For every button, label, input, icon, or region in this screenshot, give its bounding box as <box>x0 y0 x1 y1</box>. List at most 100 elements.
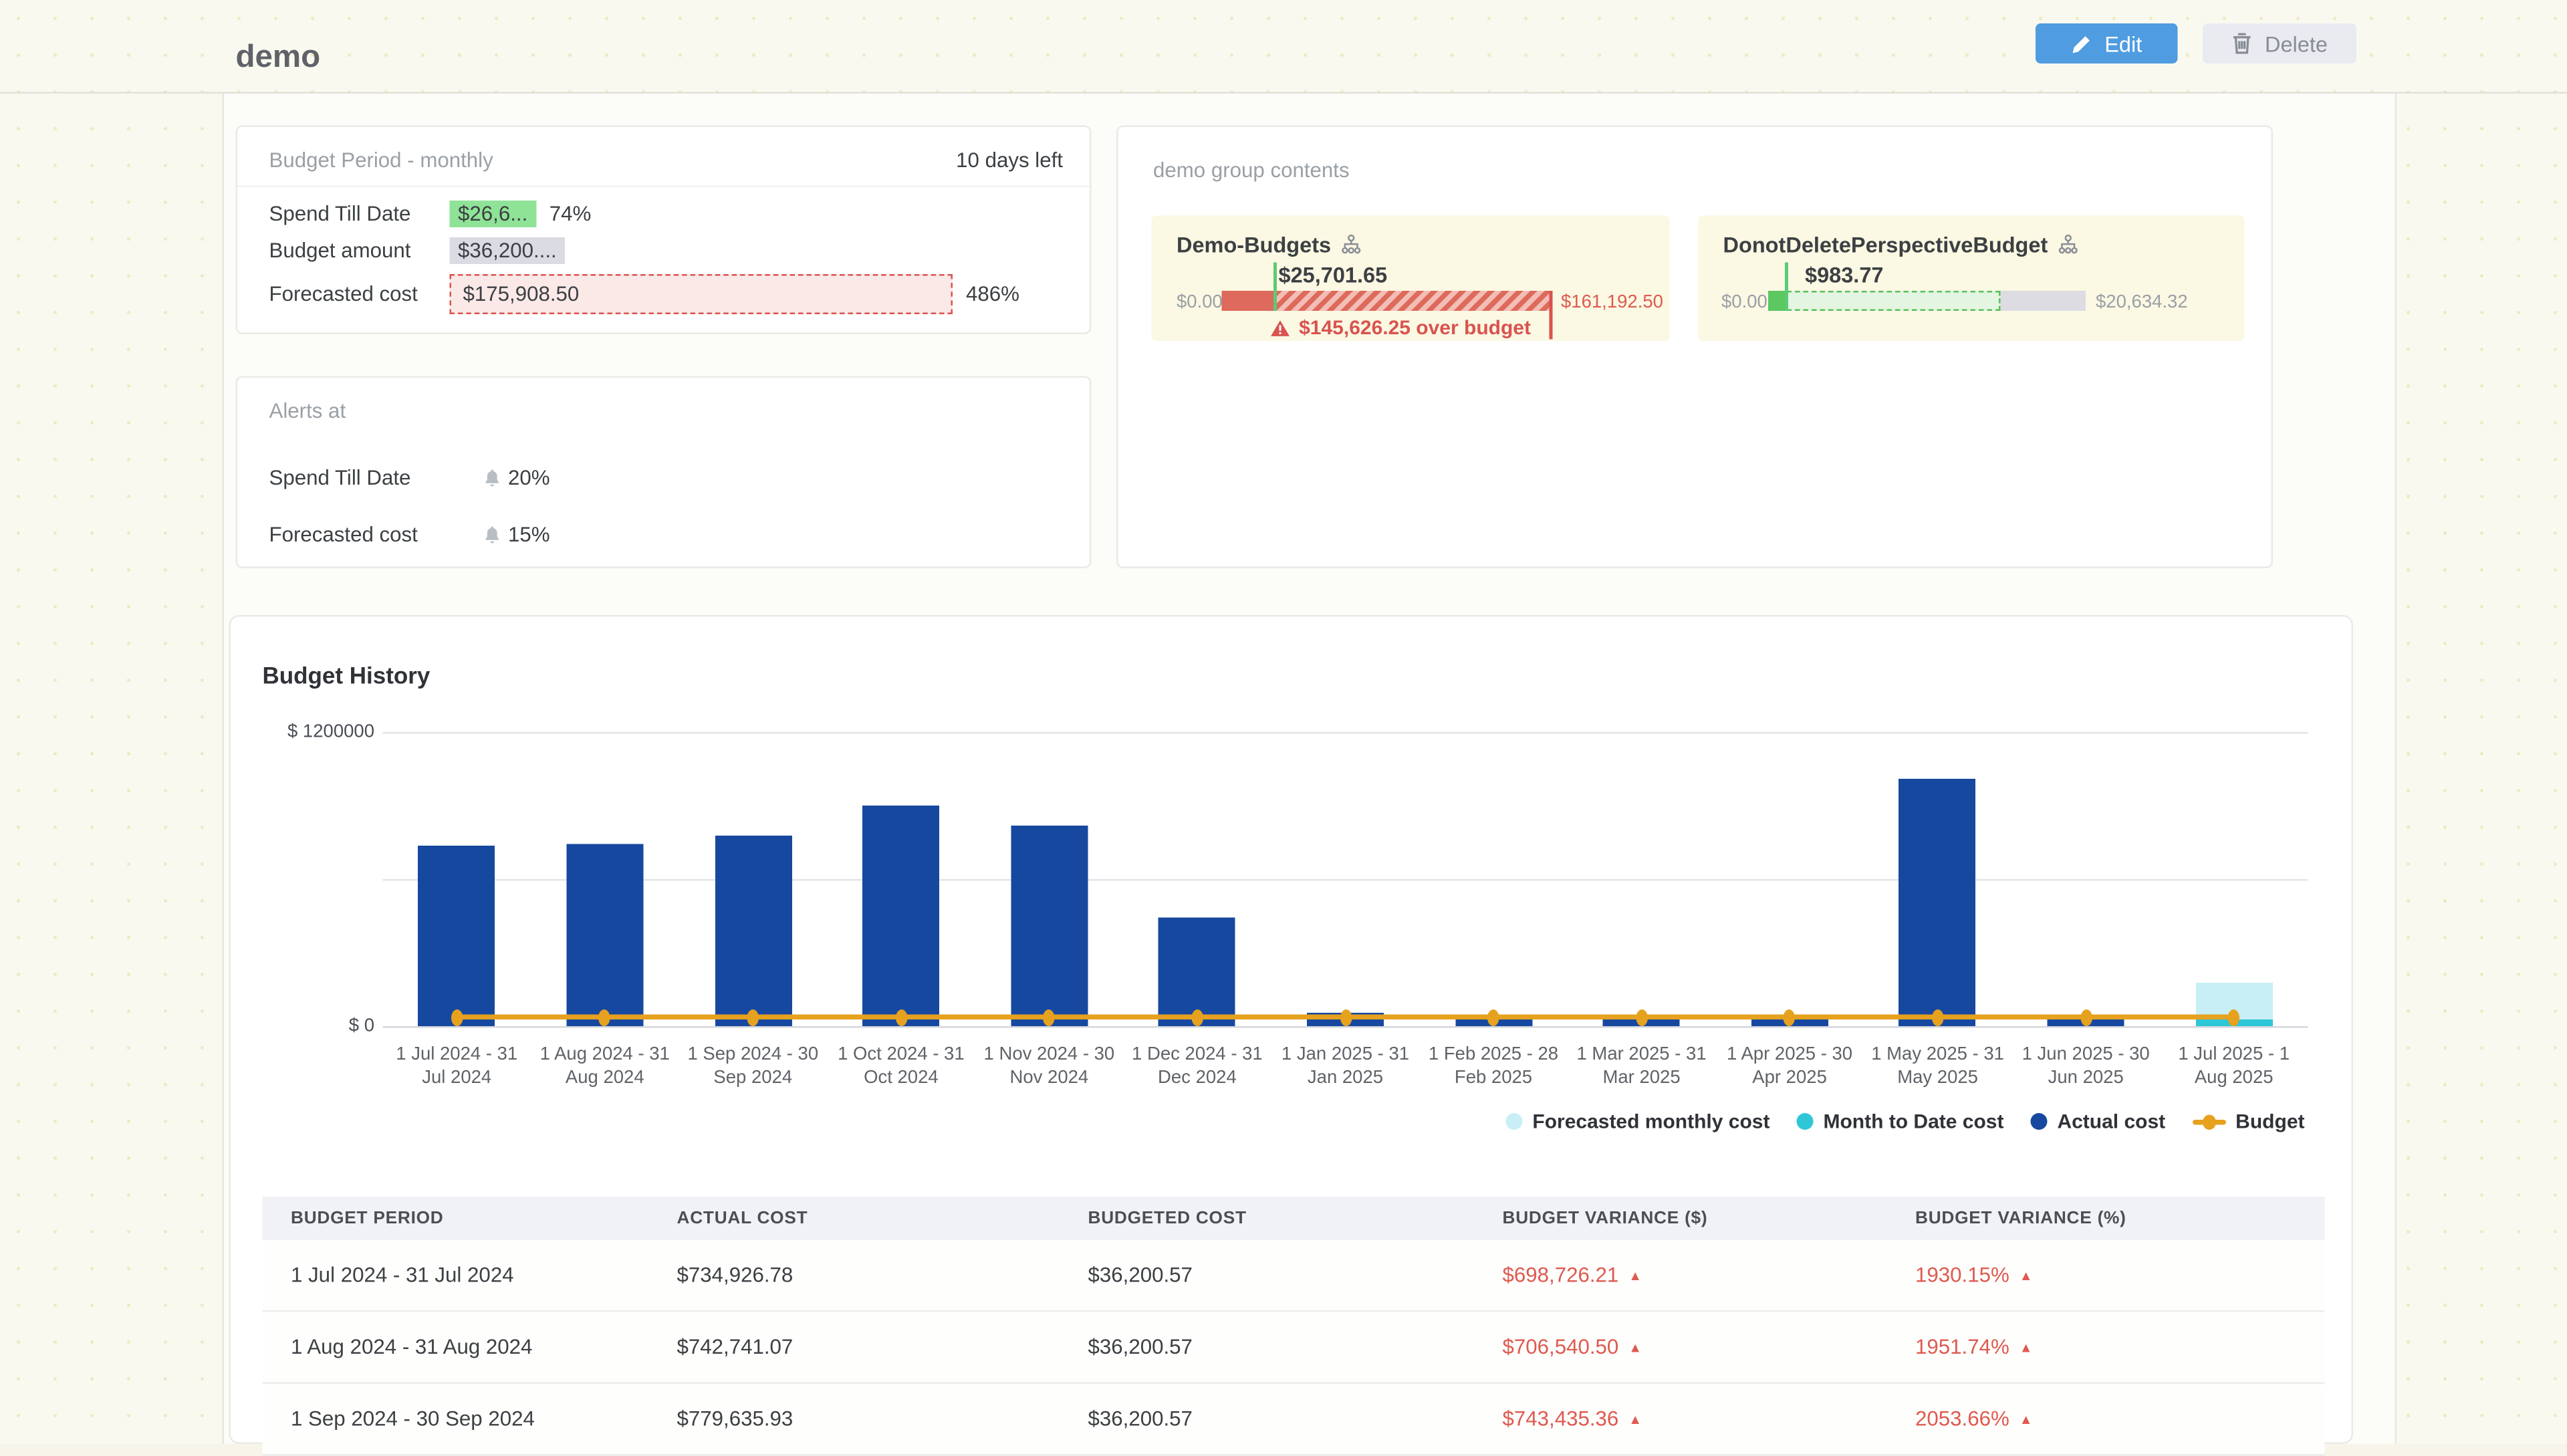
budget-point[interactable] <box>1191 1009 1203 1025</box>
header-divider <box>0 92 2567 94</box>
x-axis-label: 1 Aug 2024 - 31 Aug 2024 <box>534 1045 676 1091</box>
group-budget-max: $20,634.32 <box>2096 293 2188 313</box>
legend-swatch <box>2192 1119 2225 1124</box>
group-budget-donotdelete[interactable]: DonotDeletePerspectiveBudget $983.77 $0.… <box>1698 216 2245 342</box>
forecasted-cost-percent: 486% <box>966 283 1019 306</box>
budget-detail-page: demo Edit Delete Budget Period - monthly… <box>0 0 2567 1444</box>
table-row[interactable]: 1 Jul 2024 - 31 Jul 2024$734,926.78$36,2… <box>263 1240 2325 1312</box>
group-budget-demo-budgets[interactable]: Demo-Budgets $25,701.65 $0.00 $161,192.5… <box>1152 216 1670 342</box>
actual-cost-bar[interactable] <box>1011 825 1088 1026</box>
col-budget-period[interactable]: BUDGET PERIOD <box>263 1209 677 1229</box>
legend-swatch <box>2030 1113 2047 1130</box>
gridline-top <box>383 732 2308 734</box>
cell-variance-pct: 2053.66%▲ <box>1915 1407 2292 1431</box>
actual-cost-bar[interactable] <box>715 835 791 1026</box>
spend-till-date-percent: 74% <box>549 203 592 226</box>
alerts-card: Alerts at Spend Till Date 20% Forecasted… <box>236 376 1092 569</box>
page-title: demo <box>236 40 321 77</box>
budget-point[interactable] <box>895 1009 907 1025</box>
alert-spend-label: Spend Till Date <box>269 467 450 490</box>
cell-budgeted-cost: $36,200.57 <box>1088 1263 1503 1287</box>
group-budget-amount: $983.77 <box>1805 263 1884 288</box>
budget-amount-label: Budget amount <box>269 239 450 263</box>
legend-item[interactable]: Month to Date cost <box>1796 1110 2003 1133</box>
y-axis-max-label: $ 1200000 <box>287 722 374 742</box>
alert-forecast-label: Forecasted cost <box>269 523 450 547</box>
forecasted-cost-value[interactable]: $175,908.50 <box>450 274 953 314</box>
budget-point[interactable] <box>747 1009 759 1025</box>
x-axis-label: 1 Oct 2024 - 31 Oct 2024 <box>830 1045 972 1091</box>
variance-up-icon: ▲ <box>2020 1340 2033 1356</box>
col-budgeted-cost[interactable]: BUDGETED COST <box>1088 1209 1503 1229</box>
group-contents-card: demo group contents Demo-Budgets $25,701… <box>1116 126 2273 569</box>
forecast-segment <box>1787 291 1999 311</box>
col-budget-variance-usd[interactable]: BUDGET VARIANCE ($) <box>1503 1209 1916 1229</box>
budget-amount-value[interactable]: $36,200.... <box>450 237 566 264</box>
x-axis-label: 1 Jul 2024 - 31 Jul 2024 <box>386 1045 528 1091</box>
table-row[interactable]: 1 Aug 2024 - 31 Aug 2024$742,741.07$36,2… <box>263 1312 2325 1384</box>
over-budget-text: $145,626.25 over budget <box>1299 316 1531 340</box>
x-axis-label: 1 Nov 2024 - 30 Nov 2024 <box>979 1045 1120 1091</box>
gridline-mid <box>383 879 2308 881</box>
group-budget-bar <box>1222 291 1553 311</box>
legend-label: Forecasted monthly cost <box>1532 1110 1769 1133</box>
forecasted-cost-row: Forecasted cost $175,908.50 486% <box>269 269 1064 320</box>
forecasted-cost-label: Forecasted cost <box>269 283 450 306</box>
actual-cost-bar[interactable] <box>1899 779 1976 1026</box>
spend-till-date-label: Spend Till Date <box>269 203 450 226</box>
cell-budget-period: 1 Sep 2024 - 30 Sep 2024 <box>263 1407 677 1431</box>
pencil-icon <box>2071 33 2093 55</box>
budget-period-card: Budget Period - monthly 10 days left Spe… <box>236 126 1092 335</box>
trash-icon <box>2231 32 2253 55</box>
x-axis-label: 1 Mar 2025 - 31 Mar 2025 <box>1571 1045 1713 1091</box>
over-budget-segment <box>1275 291 1553 311</box>
alert-row-spend: Spend Till Date 20% <box>269 450 1064 507</box>
variance-up-icon: ▲ <box>2020 1413 2033 1428</box>
edit-button[interactable]: Edit <box>2036 23 2178 64</box>
x-axis-label: 1 Jun 2025 - 30 Jun 2025 <box>2015 1045 2157 1091</box>
budget-point[interactable] <box>1340 1009 1352 1025</box>
legend-item[interactable]: Budget <box>2192 1110 2304 1133</box>
x-axis-label: 1 Jul 2025 - 1 Aug 2025 <box>2163 1045 2305 1091</box>
spend-till-date-value[interactable]: $26,6... <box>450 201 536 227</box>
group-budget-amount: $25,701.65 <box>1279 263 1388 288</box>
cell-variance-pct: 1951.74%▲ <box>1915 1336 2292 1359</box>
legend-item[interactable]: Actual cost <box>2030 1110 2165 1133</box>
budget-point[interactable] <box>1932 1009 1944 1025</box>
legend-label: Actual cost <box>2057 1110 2165 1133</box>
group-budget-min: $0.00 <box>1721 293 1767 313</box>
actual-cost-bar[interactable] <box>418 846 495 1026</box>
budget-point[interactable] <box>1487 1009 1499 1025</box>
budget-point[interactable] <box>2080 1009 2092 1025</box>
legend-label: Budget <box>2235 1110 2304 1133</box>
cell-actual-cost: $734,926.78 <box>677 1263 1088 1287</box>
budget-amount-row: Budget amount $36,200.... <box>269 233 1064 269</box>
col-actual-cost[interactable]: ACTUAL COST <box>677 1209 1088 1229</box>
actual-cost-bar[interactable] <box>566 844 643 1026</box>
budget-marker <box>1786 263 1789 312</box>
cell-budget-period: 1 Jul 2024 - 31 Jul 2024 <box>263 1263 677 1287</box>
spend-till-date-row: Spend Till Date $26,6... 74% <box>269 196 1064 233</box>
legend-item[interactable]: Forecasted monthly cost <box>1505 1110 1769 1133</box>
cell-budget-period: 1 Aug 2024 - 31 Aug 2024 <box>263 1336 677 1359</box>
delete-button[interactable]: Delete <box>2203 23 2356 64</box>
alert-row-forecast: Forecasted cost 15% <box>269 507 1064 564</box>
x-axis-label: 1 May 2025 - 31 May 2025 <box>1867 1045 2009 1091</box>
col-budget-variance-pct[interactable]: BUDGET VARIANCE (%) <box>1915 1209 2292 1229</box>
variance-up-icon: ▲ <box>1628 1269 1642 1284</box>
spend-segment <box>1768 291 1787 311</box>
bell-icon <box>483 468 502 488</box>
budget-history-title: Budget History <box>263 662 431 689</box>
group-budget-name: Demo-Budgets <box>1177 233 1331 258</box>
variance-up-icon: ▲ <box>1628 1413 1642 1428</box>
budget-point[interactable] <box>1636 1009 1648 1025</box>
budget-point[interactable] <box>451 1009 463 1025</box>
actual-cost-bar[interactable] <box>862 806 939 1026</box>
table-row[interactable]: 1 Sep 2024 - 30 Sep 2024$779,635.93$36,2… <box>263 1384 2325 1456</box>
warning-icon <box>1271 318 1291 337</box>
cell-variance-usd: $743,435.36▲ <box>1503 1407 1916 1431</box>
x-axis-label: 1 Sep 2024 - 30 Sep 2024 <box>683 1045 824 1091</box>
group-budget-name: DonotDeletePerspectiveBudget <box>1723 233 2048 258</box>
group-budget-min: $0.00 <box>1177 293 1223 313</box>
budget-history-chart[interactable]: 1 Jul 2024 - 31 Jul 20241 Aug 2024 - 31 … <box>383 732 2308 1026</box>
